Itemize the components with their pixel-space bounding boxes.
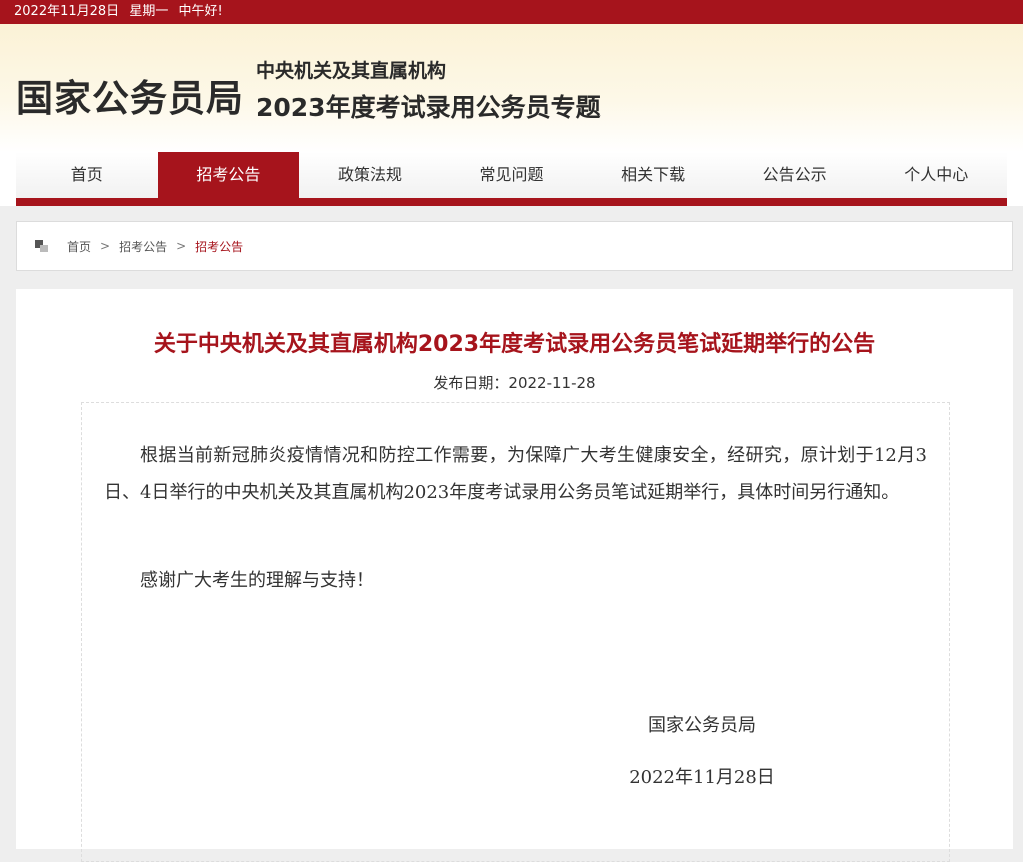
article-paragraph: 根据当前新冠肺炎疫情情况和防控工作需要，为保障广大考生健康安全，经研究，原计划于… <box>104 445 927 503</box>
breadcrumb-separator: > <box>176 239 187 253</box>
article-paragraph: 感谢广大考生的理解与支持！ <box>140 570 374 591</box>
header-subtitle-topic: 2023年度考试录用公务员专题 <box>256 93 601 122</box>
greeting: 中午好! <box>178 4 223 19</box>
signature-org: 国家公务员局 <box>648 715 756 736</box>
breadcrumb-separator: > <box>100 239 111 253</box>
nav-item-faq[interactable]: 常见问题 <box>441 152 583 198</box>
header-subtitle-org: 中央机关及其直属机构 <box>256 60 447 82</box>
main-nav: 首页 招考公告 政策法规 常见问题 相关下载 公告公示 个人中心 <box>16 152 1007 206</box>
nav-item-personal-center[interactable]: 个人中心 <box>865 152 1007 198</box>
current-weekday: 星期一 <box>129 4 169 19</box>
nav-item-recruitment-notices[interactable]: 招考公告 <box>157 152 300 198</box>
breadcrumb-home[interactable]: 首页 <box>67 238 91 255</box>
main-nav-wrapper: 首页 招考公告 政策法规 常见问题 相关下载 公告公示 个人中心 <box>0 152 1023 206</box>
nav-item-announcements[interactable]: 公告公示 <box>724 152 866 198</box>
breadcrumb: 首页 > 招考公告 > 招考公告 <box>16 221 1013 271</box>
article-body: 根据当前新冠肺炎疫情情况和防控工作需要，为保障广大考生健康安全，经研究，原计划于… <box>81 402 950 862</box>
nav-item-downloads[interactable]: 相关下载 <box>582 152 724 198</box>
breadcrumb-current[interactable]: 招考公告 <box>195 238 243 255</box>
site-header: 国家公务员局 中央机关及其直属机构 2023年度考试录用公务员专题 <box>0 24 1023 152</box>
location-squares-icon <box>35 240 49 252</box>
site-logo-text[interactable]: 国家公务员局 <box>16 68 244 122</box>
top-status-bar: 2022年11月28日 星期一 中午好! <box>0 0 1023 24</box>
article-title: 关于中央机关及其直属机构2023年度考试录用公务员笔试延期举行的公告 <box>153 332 876 357</box>
current-date: 2022年11月28日 <box>14 4 120 19</box>
publish-date: 发布日期：2022-11-28 <box>433 374 596 392</box>
breadcrumb-section[interactable]: 招考公告 <box>119 238 167 255</box>
article-container: 关于中央机关及其直属机构2023年度考试录用公务员笔试延期举行的公告 发布日期：… <box>16 289 1013 862</box>
signature-date: 2022年11月28日 <box>629 767 775 788</box>
nav-item-home[interactable]: 首页 <box>16 152 158 198</box>
nav-item-policies[interactable]: 政策法规 <box>299 152 441 198</box>
